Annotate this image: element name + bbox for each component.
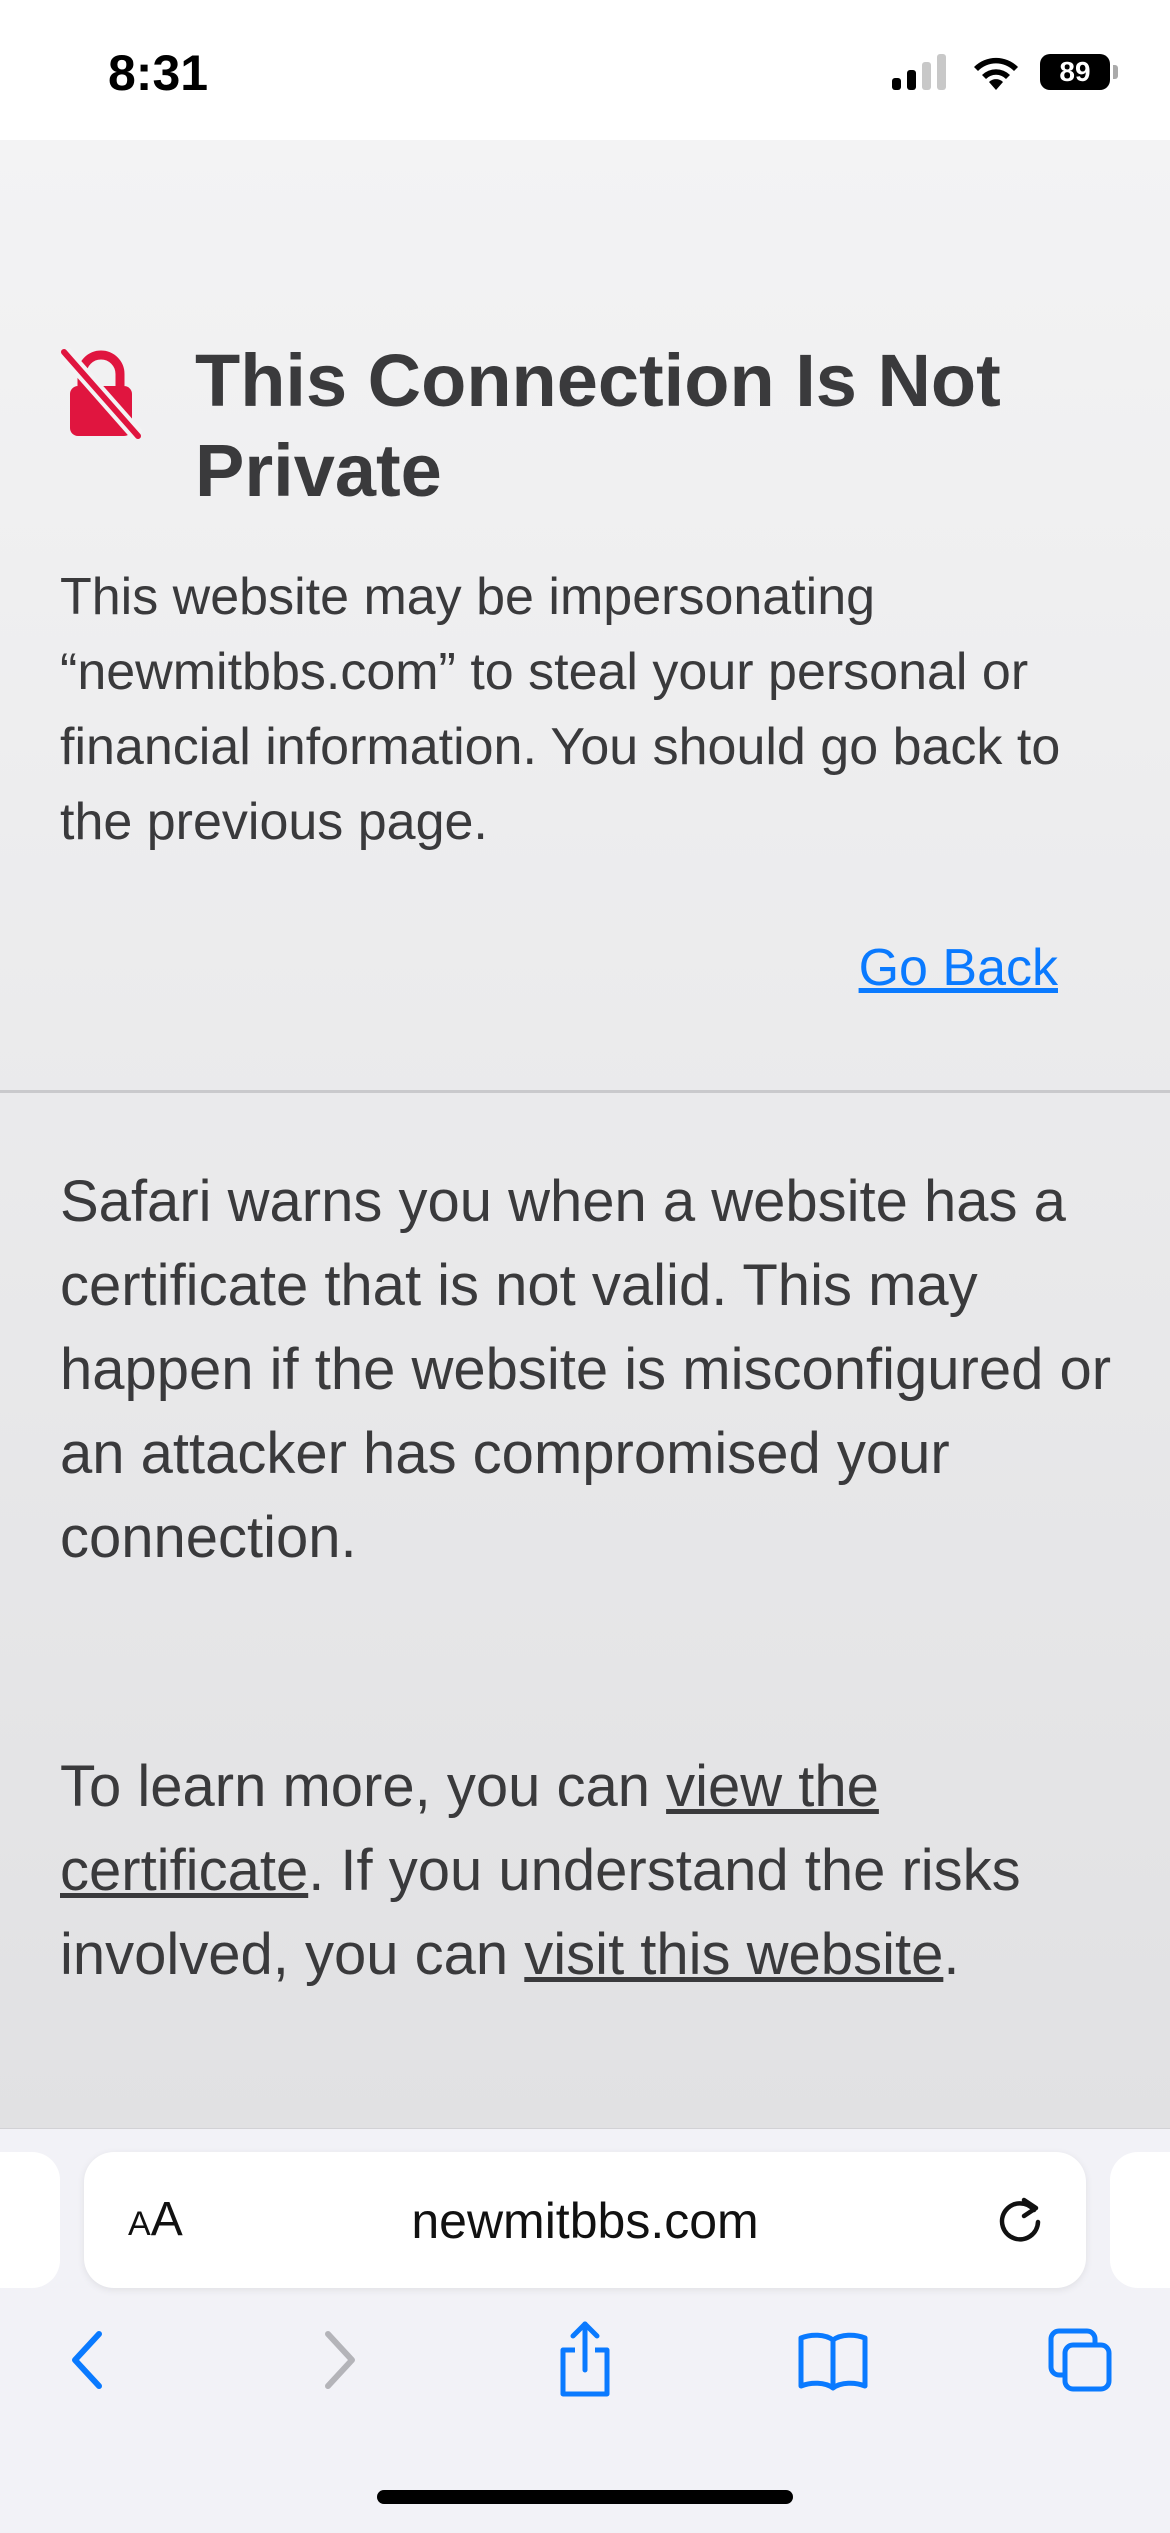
page-title: This Connection Is Not Private (195, 339, 1001, 512)
go-back-link[interactable]: Go Back (859, 938, 1058, 998)
previous-tab-preview[interactable] (0, 2152, 60, 2288)
status-time: 8:31 (108, 45, 209, 101)
home-indicator[interactable] (377, 2490, 793, 2504)
cellular-signal-icon (892, 54, 946, 90)
lock-slash-icon (60, 347, 142, 440)
warning-explanation: Safari warns you when a website has a ce… (60, 1169, 1112, 1570)
forward-button[interactable] (300, 2318, 380, 2402)
address-bar[interactable]: AA newmitbbs.com (84, 2152, 1086, 2288)
warning-description: This website may be impersonating “newmi… (60, 568, 1061, 851)
status-indicators: 89 (892, 52, 1118, 92)
tabs-icon (1048, 2328, 1112, 2392)
reload-icon[interactable] (992, 2192, 1048, 2248)
learn-more-suffix: . (943, 1922, 960, 1987)
learn-more-prefix: To learn more, you can (60, 1754, 667, 1819)
next-tab-preview[interactable] (1110, 2152, 1170, 2288)
divider (0, 1090, 1170, 1093)
book-icon (798, 2332, 868, 2391)
url-text[interactable]: newmitbbs.com (84, 2192, 1086, 2250)
warning-page: This Connection Is Not Private This webs… (0, 140, 1170, 2128)
share-icon (560, 2321, 610, 2397)
navigation-toolbar (0, 2318, 1170, 2408)
tabs-button[interactable] (1040, 2318, 1120, 2402)
back-button[interactable] (47, 2318, 127, 2402)
battery-icon: 89 (1040, 54, 1110, 90)
status-bar: 8:31 89 (0, 0, 1170, 140)
share-button[interactable] (545, 2318, 625, 2402)
chevron-right-icon (325, 2331, 355, 2389)
chevron-left-icon (72, 2331, 102, 2389)
wifi-icon (974, 57, 1018, 90)
battery-cap (1113, 65, 1118, 79)
visit-website-link[interactable]: visit this website (524, 1922, 943, 1987)
learn-more-paragraph: To learn more, you can view the certific… (60, 1745, 1130, 1997)
bookmarks-button[interactable] (793, 2318, 873, 2402)
